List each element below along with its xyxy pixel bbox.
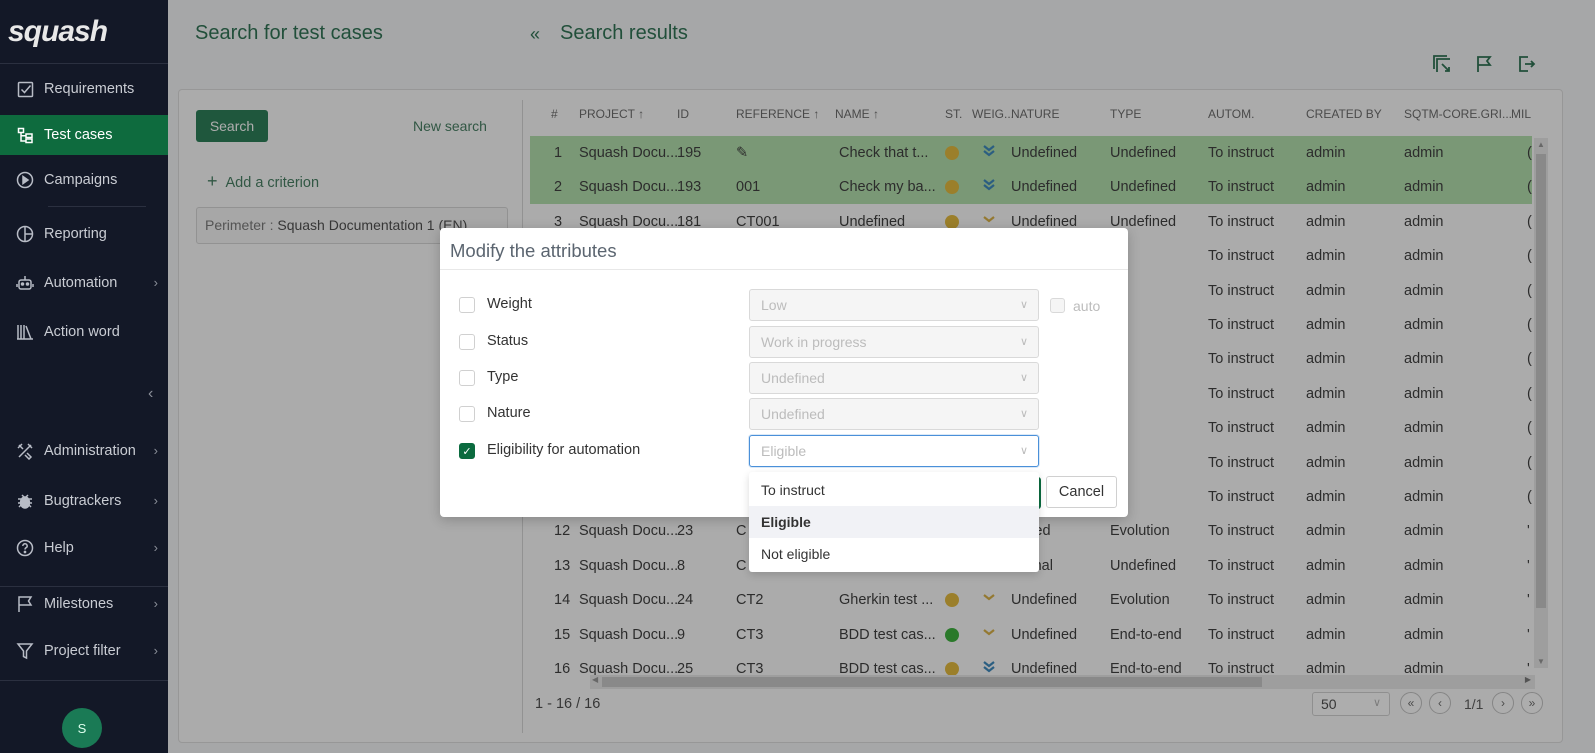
- nature-checkbox[interactable]: [459, 406, 475, 422]
- sidebar-item-bugtrackers[interactable]: Bugtrackers ›: [0, 481, 168, 521]
- chevron-right-icon: ›: [153, 443, 158, 458]
- play-circle-icon: [16, 171, 34, 189]
- status-label: Status: [487, 333, 529, 349]
- tools-icon: [16, 442, 34, 460]
- chevron-right-icon: ›: [153, 275, 158, 290]
- sidebar-item-label: Project filter: [44, 643, 121, 659]
- nature-select-value: Undefined: [761, 406, 825, 422]
- chevron-right-icon: ›: [153, 643, 158, 658]
- eligibility-for-automation-select[interactable]: Eligible ∨: [749, 435, 1039, 467]
- dropdown-option-to-instruct[interactable]: To instruct: [749, 474, 1039, 506]
- robot-icon: [16, 274, 34, 292]
- sidebar-item-label: Milestones: [44, 596, 114, 612]
- weight-select-value: Low: [761, 297, 787, 313]
- weight-select[interactable]: Low ∨: [749, 289, 1039, 321]
- tree-icon: [16, 126, 34, 144]
- eligibility-for-automation-select-value: Eligible: [761, 443, 807, 459]
- sidebar-item-label: Action word: [44, 324, 120, 340]
- sidebar-item-reporting[interactable]: Reporting: [0, 214, 168, 254]
- chevron-right-icon: ›: [153, 540, 158, 555]
- sidebar-item-label: Requirements: [44, 81, 135, 97]
- sidebar-item-action-word[interactable]: Action word: [0, 312, 168, 352]
- chevron-down-icon: ∨: [1019, 299, 1028, 311]
- nav-divider: [0, 680, 168, 681]
- sidebar-item-administration[interactable]: Administration ›: [0, 431, 168, 471]
- nav-divider: [0, 586, 168, 587]
- sidebar-item-label: Test cases: [44, 127, 113, 143]
- sidebar-item-requirements[interactable]: Requirements: [0, 69, 168, 109]
- attribute-row-type: Type Undefined ∨: [440, 362, 1128, 394]
- sidebar-item-help[interactable]: Help ›: [0, 528, 168, 568]
- chevron-down-icon: ∨: [1019, 445, 1028, 457]
- type-label: Type: [487, 369, 519, 385]
- chevron-down-icon: ∨: [1019, 408, 1028, 420]
- weight-checkbox[interactable]: [459, 297, 475, 313]
- status-select[interactable]: Work in progress ∨: [749, 326, 1039, 358]
- nav-divider: [48, 206, 146, 207]
- bug-icon: [16, 492, 34, 510]
- dropdown-option-not-eligible[interactable]: Not eligible: [749, 538, 1039, 570]
- collapse-sidebar-icon[interactable]: ‹: [148, 385, 153, 403]
- help-icon: [16, 539, 34, 557]
- sidebar-item-label: Campaigns: [44, 172, 118, 188]
- eligibility-dropdown-menu: To instruct Eligible Not eligible: [749, 472, 1039, 572]
- type-select-value: Undefined: [761, 370, 825, 386]
- filter-icon: [16, 642, 34, 660]
- cancel-button[interactable]: Cancel: [1046, 476, 1117, 508]
- sidebar-item-campaigns[interactable]: Campaigns: [0, 160, 168, 200]
- dialog-title: Modify the attributes: [450, 240, 617, 261]
- type-select[interactable]: Undefined ∨: [749, 362, 1039, 394]
- dialog-header-divider: [440, 269, 1128, 270]
- library-icon: [16, 323, 34, 341]
- nature-label: Nature: [487, 405, 531, 421]
- logo[interactable]: squash: [0, 0, 168, 64]
- attribute-row-nature: Nature Undefined ∨: [440, 398, 1128, 430]
- attribute-row-status: Status Work in progress ∨: [440, 326, 1128, 358]
- pie-chart-icon: [16, 225, 34, 243]
- chevron-right-icon: ›: [153, 596, 158, 611]
- weight-label: Weight: [487, 296, 532, 312]
- sidebar-item-automation[interactable]: Automation ›: [0, 263, 168, 303]
- nature-select[interactable]: Undefined ∨: [749, 398, 1039, 430]
- status-select-value: Work in progress: [761, 334, 867, 350]
- type-checkbox[interactable]: [459, 370, 475, 386]
- eligibility-for-automation-label: Eligibility for automation: [487, 442, 641, 458]
- sidebar-item-test-cases[interactable]: Test cases: [0, 115, 168, 155]
- sidebar-item-label: Reporting: [44, 226, 107, 242]
- status-checkbox[interactable]: [459, 334, 475, 350]
- sidebar: squash Requirements Test cases Campaigns Re…: [0, 0, 168, 753]
- sidebar-item-milestones[interactable]: Milestones ›: [0, 584, 168, 624]
- chevron-down-icon: ∨: [1019, 336, 1028, 348]
- sidebar-item-label: Administration: [44, 443, 136, 459]
- attribute-row-weight: Weight Low ∨: [440, 289, 1128, 321]
- checkbox-icon: [16, 80, 34, 98]
- sidebar-item-label: Bugtrackers: [44, 493, 122, 509]
- sidebar-item-label: Help: [44, 540, 74, 556]
- dropdown-option-eligible[interactable]: Eligible: [749, 506, 1039, 538]
- eligibility-for-automation-checkbox[interactable]: ✓: [459, 443, 475, 459]
- logo-text: squash: [8, 14, 108, 48]
- auto-weight-label: auto: [1073, 298, 1101, 314]
- sidebar-item-label: Automation: [44, 275, 118, 291]
- user-avatar[interactable]: S: [62, 708, 102, 748]
- attribute-row-eligibility-for-automation: ✓ Eligibility for automation Eligible ∨: [440, 435, 1128, 467]
- sidebar-item-project-filter[interactable]: Project filter ›: [0, 631, 168, 671]
- flag-icon: [16, 595, 34, 613]
- auto-weight-checkbox[interactable]: [1050, 298, 1065, 313]
- chevron-down-icon: ∨: [1019, 372, 1028, 384]
- chevron-right-icon: ›: [153, 493, 158, 508]
